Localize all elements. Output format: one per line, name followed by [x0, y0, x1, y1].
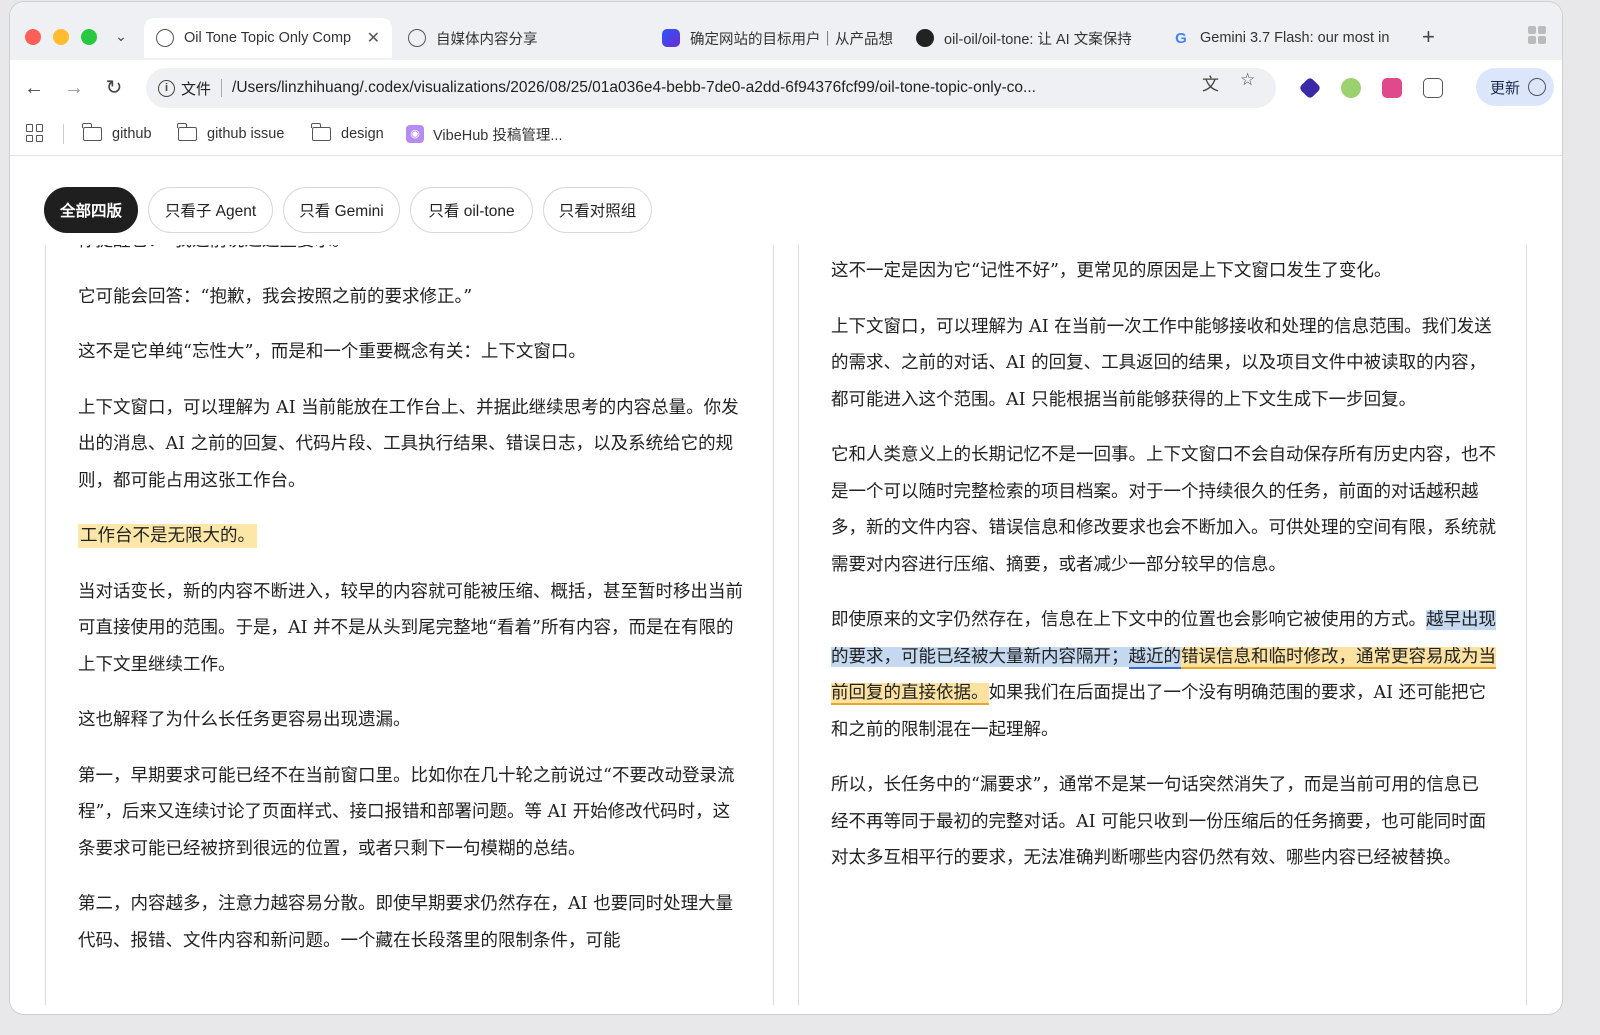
- globe-icon: [156, 29, 174, 47]
- filter-sub-agent[interactable]: 只看子 Agent: [148, 187, 273, 233]
- browser-window: ⌄ Oil Tone Topic Only Comp ✕ 自媒体内容分享 确定网…: [10, 2, 1562, 1014]
- bookmark-label: github: [112, 126, 152, 142]
- filter-gemini[interactable]: 只看 Gemini: [283, 187, 400, 233]
- extension-translate-icon[interactable]: [1382, 78, 1402, 98]
- info-icon[interactable]: i: [158, 79, 175, 97]
- right-article-column[interactable]: 这不一定是因为它“记性不好”，更常见的原因是上下文窗口发生了变化。 上下文窗口，…: [798, 245, 1527, 1005]
- minimize-window-button[interactable]: [53, 29, 69, 45]
- google-icon: G: [1175, 29, 1187, 47]
- bookmark-github[interactable]: github: [82, 122, 152, 146]
- bookmark-label: design: [341, 126, 384, 142]
- tab-target-users[interactable]: 确定网站的目标用户｜从产品想: [662, 18, 894, 58]
- tab-search-chevron-icon[interactable]: ⌄: [110, 25, 132, 47]
- text-segment: 即使原来的文字仍然存在，信息在上下文中的位置也会影响它被使用的方式。: [831, 610, 1426, 630]
- tab-strip: ⌄ Oil Tone Topic Only Comp ✕ 自媒体内容分享 确定网…: [10, 2, 1562, 60]
- app-icon: [662, 29, 680, 47]
- paragraph: 上下文窗口，可以理解为 AI 当前能放在工作台上、并据此继续思考的内容总量。你发…: [78, 397, 739, 491]
- bookmark-label: github issue: [207, 126, 285, 142]
- bookmark-star-icon[interactable]: ☆: [1240, 70, 1255, 90]
- folder-icon: [82, 123, 102, 141]
- extensions-puzzle-icon[interactable]: [1423, 78, 1443, 98]
- profile-avatar-icon[interactable]: [1528, 78, 1547, 96]
- tab-title: Oil Tone Topic Only Comp: [184, 30, 352, 46]
- folder-icon: [311, 123, 331, 141]
- paragraph: 它可能会回答：“抱歉，我会按照之前的要求修正。”: [78, 286, 473, 307]
- tab-gemini[interactable]: G Gemini 3.7 Flash: our most in: [1172, 18, 1402, 58]
- highlighted-paragraph: 即使原来的文字仍然存在，信息在上下文中的位置也会影响它被使用的方式。越早出现的要…: [831, 602, 1496, 748]
- close-window-button[interactable]: [25, 29, 41, 45]
- bookmark-github-issue[interactable]: github issue: [177, 122, 285, 146]
- paragraph: 所以，长任务中的“漏要求”，通常不是某一句话突然消失了，而是当前可用的信息已经不…: [831, 775, 1487, 868]
- tab-oil-tone-topic[interactable]: Oil Tone Topic Only Comp ✕: [144, 18, 392, 58]
- paragraph: 当对话变长，新的内容不断进入，较早的内容就可能被压缩、概括，甚至暂时移出当前可直…: [78, 581, 743, 675]
- selected-underlined-text: 越近的: [1128, 646, 1181, 669]
- tab-title: oil-oil/oil-tone: 让 AI 文案保持: [944, 31, 1132, 48]
- page-content: 全部四版 只看子 Agent 只看 Gemini 只看 oil-tone 只看对…: [10, 157, 1562, 1014]
- highlighted-paragraph: 工作台不是无限大的。: [78, 518, 743, 555]
- maximize-window-button[interactable]: [81, 29, 97, 45]
- filter-oil-tone[interactable]: 只看 oil-tone: [410, 187, 533, 233]
- apps-grid-icon[interactable]: [26, 124, 44, 142]
- window-grid-icon[interactable]: [1528, 26, 1546, 44]
- paragraph: 它和人类意义上的长期记忆不是一回事。上下文窗口不会自动保存所有历史内容，也不是一…: [831, 445, 1496, 575]
- address-bar[interactable]: i 文件 /Users/linzhihuang/.codex/visualiza…: [146, 68, 1276, 108]
- reload-icon[interactable]: ↻: [102, 76, 126, 100]
- paragraph: 这也解释了为什么长任务更容易出现遗漏。: [78, 710, 411, 730]
- browser-toolbar: ← → ↻ i 文件 /Users/linzhihuang/.codex/vis…: [10, 60, 1562, 116]
- tab-media-content[interactable]: 自媒体内容分享: [408, 18, 638, 58]
- site-info-label[interactable]: 文件: [181, 78, 211, 99]
- update-label: 更新: [1490, 79, 1521, 97]
- paragraph: 第二，内容越多，注意力越容易分散。即使早期要求仍然存在，AI 也要同时处理大量代…: [78, 894, 734, 951]
- tab-title: 确定网站的目标用户｜从产品想: [690, 31, 893, 48]
- divider: [63, 124, 64, 144]
- github-icon: [916, 29, 934, 47]
- filter-control-group[interactable]: 只看对照组: [543, 187, 652, 233]
- update-button[interactable]: 更新: [1476, 68, 1554, 106]
- paragraph: 第一，早期要求可能已经不在当前窗口里。比如你在几十轮之前说过“不要改动登录流程”…: [78, 765, 735, 859]
- bookmark-vibehub[interactable]: ◉ VibeHub 投稿管理...: [406, 122, 562, 146]
- left-article-column[interactable]: 你提醒它：“我之前说过这些要求。” 它可能会回答：“抱歉，我会按照之前的要求修正…: [45, 245, 774, 1005]
- new-tab-plus-icon[interactable]: +: [1422, 24, 1435, 50]
- paragraph: 这不是它单纯“忘性大”，而是和一个重要概念有关：上下文窗口。: [78, 342, 586, 362]
- forward-arrow-icon[interactable]: →: [62, 76, 86, 100]
- paragraph: 上下文窗口，可以理解为 AI 在当前一次工作中能够接收和处理的信息范围。我们发送…: [831, 316, 1492, 410]
- folder-icon: [177, 123, 197, 141]
- highlight-yellow: 工作台不是无限大的。: [78, 524, 257, 548]
- url-text[interactable]: /Users/linzhihuang/.codex/visualizations…: [232, 79, 1202, 97]
- divider: [221, 79, 223, 97]
- bookmarks-bar: github github issue design ◉ VibeHub 投稿管…: [10, 116, 1562, 156]
- globe-icon: [408, 29, 426, 47]
- paragraph: 这不一定是因为它“记性不好”，更常见的原因是上下文窗口发生了变化。: [831, 261, 1392, 281]
- extension-leaf-icon[interactable]: [1341, 78, 1361, 98]
- paragraph: 你提醒它：“我之前说过这些要求。”: [78, 245, 743, 260]
- extension-diamond-icon[interactable]: [1298, 76, 1322, 100]
- filter-all-versions[interactable]: 全部四版: [44, 187, 138, 233]
- tab-title: Gemini 3.7 Flash: our most in: [1200, 30, 1390, 46]
- vibehub-icon: ◉: [406, 125, 424, 143]
- tab-github-oil-tone[interactable]: oil-oil/oil-tone: 让 AI 文案保持: [916, 18, 1150, 58]
- tab-title: 自媒体内容分享: [436, 31, 538, 48]
- bookmark-design[interactable]: design: [311, 122, 384, 146]
- tab-close-icon[interactable]: ✕: [367, 28, 380, 48]
- back-arrow-icon[interactable]: ←: [22, 76, 46, 100]
- bookmark-label: VibeHub 投稿管理...: [433, 127, 563, 144]
- translate-icon[interactable]: 文: [1202, 70, 1219, 95]
